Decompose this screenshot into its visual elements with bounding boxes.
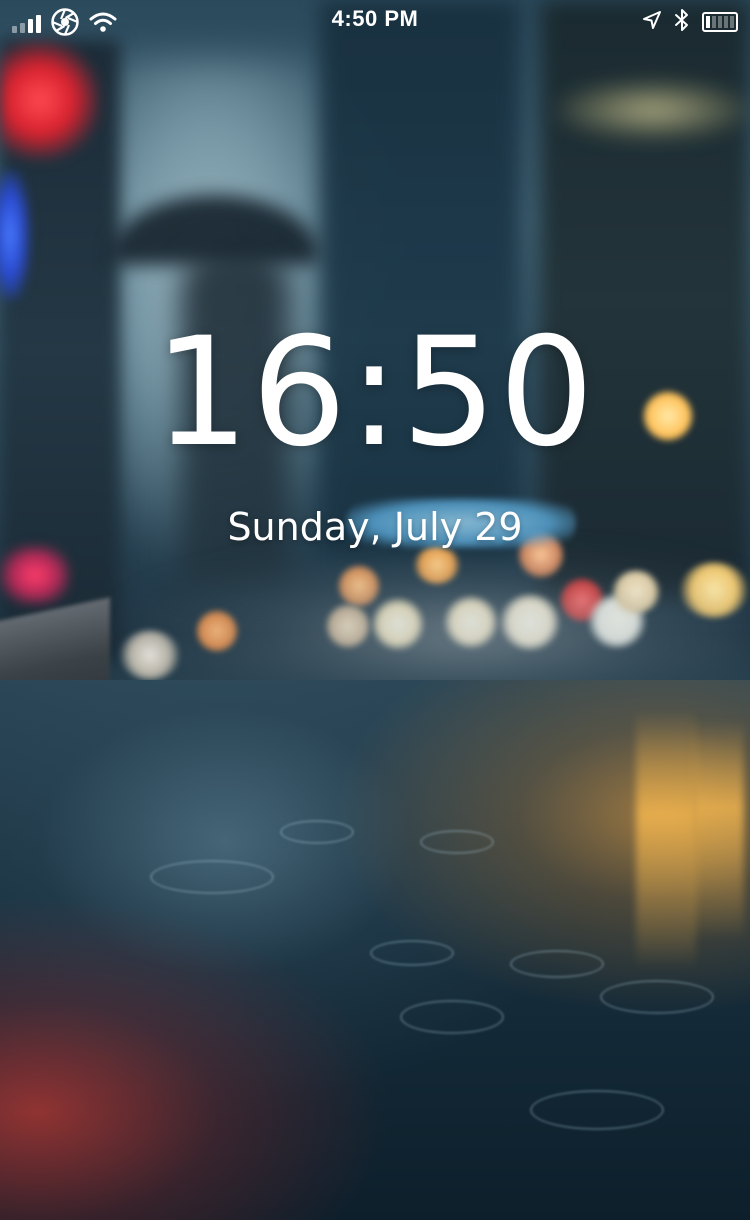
lock-screen: 4:50 PM 16:50 Sunday, July 29 <box>0 0 750 1220</box>
wallpaper-wet-street <box>0 680 750 1220</box>
wallpaper-neon-sign-pink <box>0 545 70 605</box>
lock-clock: 16:50 Sunday, July 29 <box>0 318 750 546</box>
rain-ripple <box>280 820 354 844</box>
rain-ripple <box>150 860 274 894</box>
rain-ripple <box>510 950 604 978</box>
bokeh-light <box>556 80 750 140</box>
rain-ripple <box>600 980 714 1014</box>
status-bar: 4:50 PM <box>0 0 750 40</box>
status-bar-right <box>642 8 738 36</box>
rain-ripple <box>370 940 454 966</box>
battery-icon <box>702 12 738 32</box>
bluetooth-icon <box>674 8 690 36</box>
status-bar-time: 4:50 PM <box>331 6 419 31</box>
lock-screen-date: Sunday, July 29 <box>227 505 523 549</box>
lock-screen-time: 16:50 <box>153 306 597 480</box>
wallpaper-neon-sign-red <box>0 40 100 160</box>
reflection-streak <box>694 720 744 940</box>
rain-ripple <box>400 1000 504 1034</box>
location-arrow-icon <box>642 10 662 34</box>
rain-ripple <box>420 830 494 854</box>
wallpaper-neon-sign-blue <box>0 170 30 300</box>
wallpaper-image <box>0 0 750 1220</box>
rain-ripple <box>530 1090 664 1130</box>
reflection-streak <box>636 710 696 970</box>
